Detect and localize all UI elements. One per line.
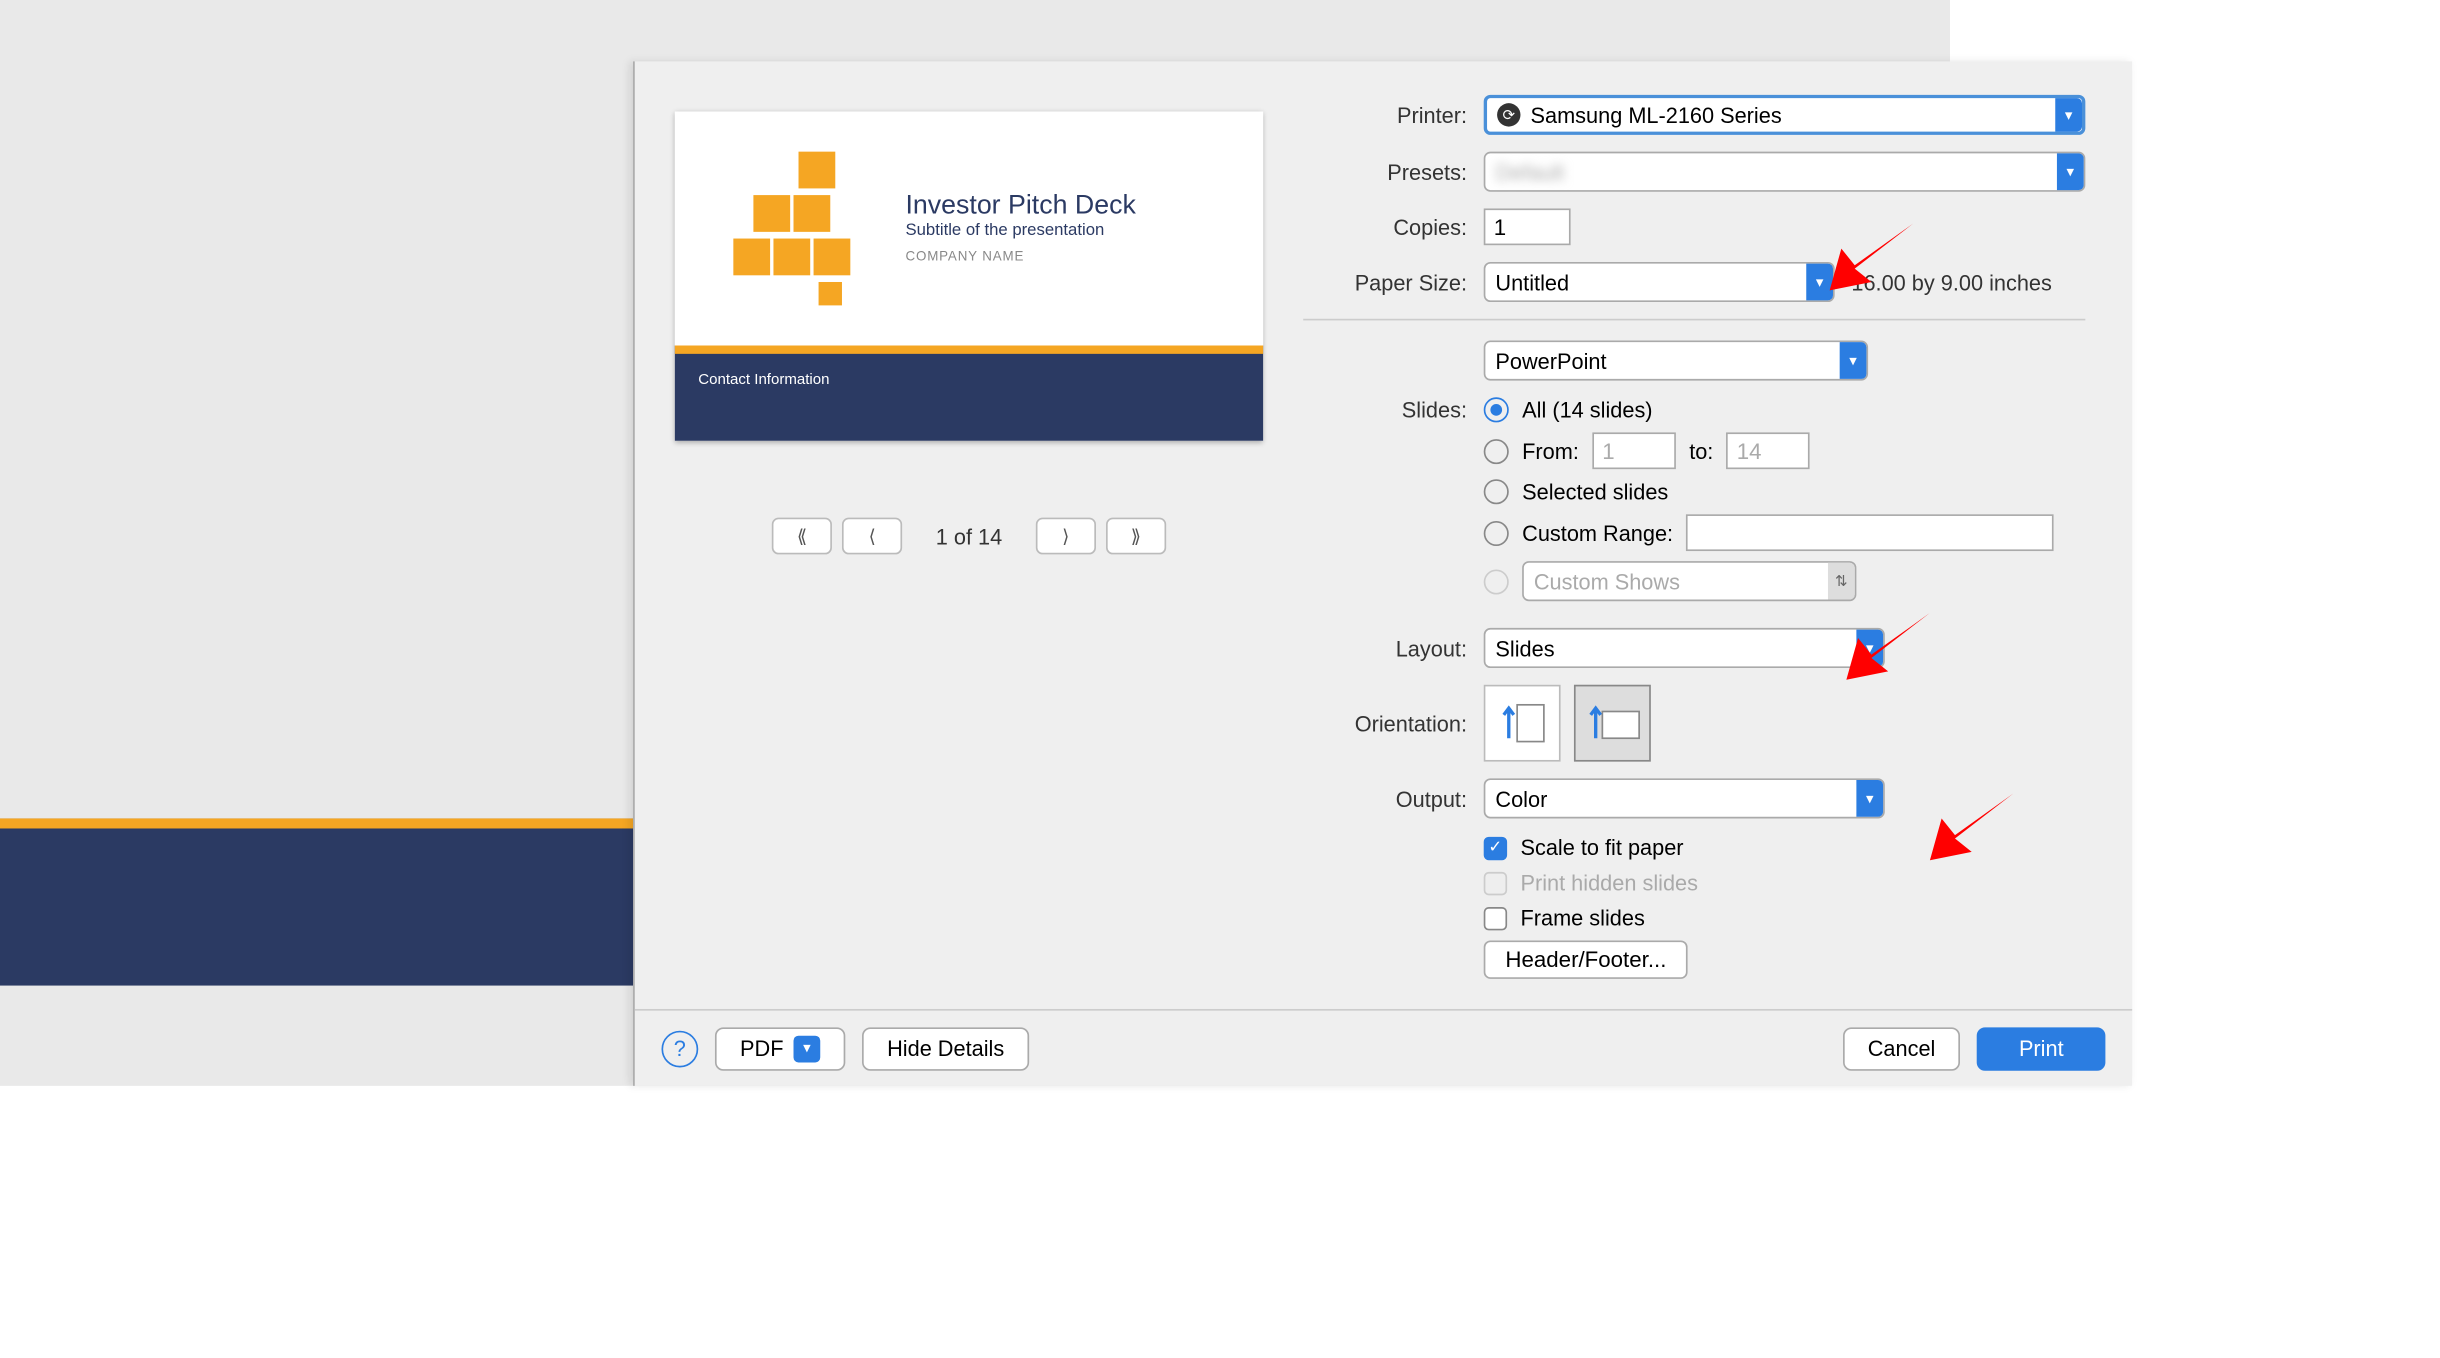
orientation-portrait-button[interactable]	[1484, 685, 1561, 762]
preview-contact: Contact Information	[675, 346, 1263, 441]
printer-label: Printer:	[1303, 102, 1483, 127]
orientation-label: Orientation:	[1303, 711, 1483, 736]
output-select[interactable]: Color▾	[1484, 778, 1885, 818]
slides-custom-range-radio[interactable]	[1484, 520, 1509, 545]
first-page-button[interactable]: ⟪	[772, 518, 832, 555]
custom-shows-select: Custom Shows⇅	[1522, 561, 1856, 601]
last-page-button[interactable]: ⟫	[1106, 518, 1166, 555]
print-dialog: Investor Pitch Deck Subtitle of the pres…	[633, 61, 2132, 1085]
paper-size-select[interactable]: Untitled▾	[1484, 262, 1835, 302]
to-input[interactable]	[1727, 432, 1811, 469]
prev-page-button[interactable]: ⟨	[842, 518, 902, 555]
red-arrow-icon	[1821, 215, 1921, 299]
print-button[interactable]: Print	[1977, 1027, 2105, 1070]
printer-select[interactable]: ⟳ Samsung ML-2160 Series▾	[1484, 95, 2086, 135]
header-footer-button[interactable]: Header/Footer...	[1484, 940, 1688, 978]
presets-select[interactable]: Default▾	[1484, 152, 2086, 192]
paper-size-label: Paper Size:	[1303, 269, 1483, 294]
layout-select[interactable]: Slides▾	[1484, 628, 1885, 668]
layout-label: Layout:	[1303, 635, 1483, 660]
printer-status-icon: ⟳	[1497, 103, 1520, 126]
red-arrow-icon	[1922, 785, 2022, 869]
copies-input[interactable]	[1484, 208, 1571, 245]
from-input[interactable]	[1592, 432, 1676, 469]
orientation-landscape-button[interactable]	[1574, 685, 1651, 762]
red-arrow-icon	[1838, 605, 1938, 689]
scale-to-fit-checkbox[interactable]: ✓	[1484, 836, 1507, 859]
cancel-button[interactable]: Cancel	[1843, 1027, 1961, 1070]
preview-subtitle: Subtitle of the presentation	[905, 222, 1263, 240]
slides-custom-shows-radio	[1484, 569, 1509, 594]
copies-label: Copies:	[1303, 214, 1483, 239]
page-count: 1 of 14	[936, 523, 1002, 548]
pdf-button[interactable]: PDF▾	[715, 1027, 845, 1070]
next-page-button[interactable]: ⟩	[1036, 518, 1096, 555]
slides-all-radio[interactable]	[1484, 397, 1509, 422]
slides-label: Slides:	[1303, 397, 1483, 422]
print-hidden-checkbox	[1484, 871, 1507, 894]
preview-company: COMPANY NAME	[905, 249, 1024, 264]
frame-slides-checkbox[interactable]	[1484, 906, 1507, 929]
presets-label: Presets:	[1303, 159, 1483, 184]
preview-title: Investor Pitch Deck	[905, 192, 1263, 222]
slide-canvas: Investor Pitch Deck Subtitle of the pres…	[0, 0, 1950, 1086]
app-options-select[interactable]: PowerPoint▾	[1484, 340, 1868, 380]
slides-selected-radio[interactable]	[1484, 479, 1509, 504]
custom-range-input[interactable]	[1686, 514, 2054, 551]
help-button[interactable]: ?	[661, 1030, 698, 1067]
print-preview: Investor Pitch Deck Subtitle of the pres…	[675, 112, 1263, 441]
slides-from-radio[interactable]	[1484, 438, 1509, 463]
output-label: Output:	[1303, 786, 1483, 811]
hide-details-button[interactable]: Hide Details	[862, 1027, 1029, 1070]
